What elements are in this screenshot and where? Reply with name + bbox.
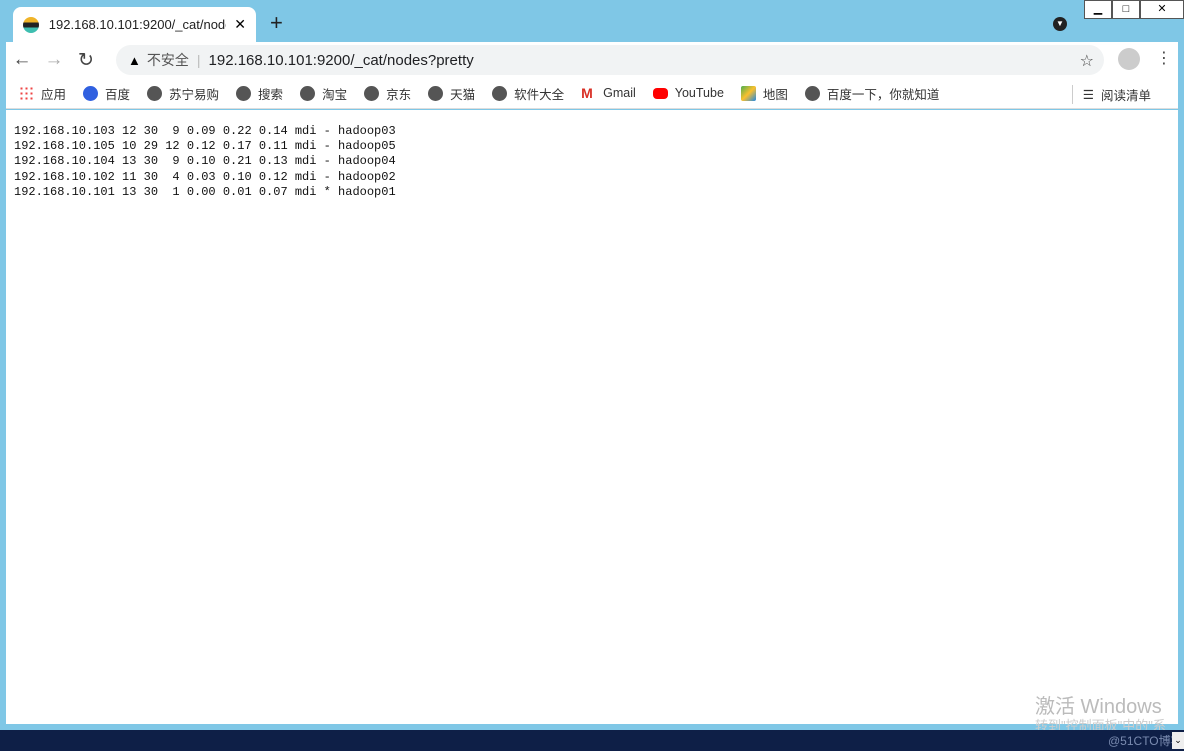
chevron-down-icon[interactable]: ⌄ bbox=[1172, 732, 1184, 749]
gmail-icon: M bbox=[581, 84, 593, 101]
maps-icon bbox=[740, 85, 756, 101]
page-content: 192.168.10.103 12 30 9 0.09 0.22 0.14 md… bbox=[6, 110, 1178, 724]
bookmark-baidu[interactable]: 百度 bbox=[83, 84, 130, 103]
forward-icon[interactable]: → bbox=[38, 49, 70, 71]
taskbar bbox=[0, 730, 1184, 751]
globe-icon bbox=[236, 85, 252, 101]
bookmark-suning[interactable]: 苏宁易购 bbox=[147, 84, 219, 103]
bookmark-label: 软件大全 bbox=[514, 87, 565, 102]
bookmark-gmail[interactable]: M Gmail bbox=[581, 84, 636, 101]
bookmark-label: 京东 bbox=[386, 87, 412, 102]
tab-title: 192.168.10.101:9200/_cat/nodes?pretty bbox=[48, 17, 226, 32]
globe-icon bbox=[300, 85, 316, 101]
bookmark-maps[interactable]: 地图 bbox=[740, 84, 788, 103]
bookmark-search[interactable]: 搜索 bbox=[236, 84, 283, 103]
bookmark-star-icon[interactable]: ☆ bbox=[1080, 51, 1094, 71]
globe-icon bbox=[364, 85, 380, 101]
bookmarks-bar: 应用 百度 苏宁易购 搜索 淘宝 京东 天猫 软件大全 M Gmail YouTu… bbox=[6, 78, 1178, 109]
url-text[interactable]: 192.168.10.101:9200/_cat/nodes?pretty bbox=[209, 52, 474, 69]
bookmark-jd[interactable]: 京东 bbox=[364, 84, 411, 103]
globe-icon bbox=[147, 85, 163, 101]
bookmark-label: 淘宝 bbox=[322, 87, 348, 102]
reading-list-label: 阅读清单 bbox=[1100, 89, 1151, 103]
profile-avatar[interactable] bbox=[1118, 48, 1140, 70]
tab-close-icon[interactable]: ✕ bbox=[234, 16, 246, 33]
menu-icon[interactable]: ⋮ bbox=[1156, 48, 1172, 68]
elastic-favicon-icon bbox=[23, 16, 39, 33]
reading-list-button[interactable]: ☰ 阅读清单 bbox=[1071, 85, 1151, 104]
divider: | bbox=[196, 52, 201, 68]
bookmark-software[interactable]: 软件大全 bbox=[492, 84, 564, 103]
globe-icon bbox=[804, 85, 820, 101]
reload-icon[interactable]: ↻ bbox=[70, 49, 102, 72]
minimize-button[interactable]: ▁ bbox=[1084, 0, 1112, 19]
address-bar[interactable]: ▲ 不安全 | 192.168.10.101:9200/_cat/nodes?p… bbox=[116, 45, 1104, 75]
bookmark-tmall[interactable]: 天猫 bbox=[428, 84, 475, 103]
bookmark-label: YouTube bbox=[674, 86, 724, 100]
bookmark-taobao[interactable]: 淘宝 bbox=[300, 84, 347, 103]
globe-icon bbox=[492, 85, 508, 101]
back-icon[interactable]: ← bbox=[6, 49, 38, 71]
bookmark-label: Gmail bbox=[603, 86, 636, 100]
bookmark-apps[interactable]: 应用 bbox=[19, 84, 66, 103]
bookmark-label: 应用 bbox=[41, 87, 67, 102]
bookmark-label: 百度 bbox=[105, 87, 131, 102]
maximize-button[interactable]: □ bbox=[1112, 0, 1140, 19]
tab-search-icon[interactable]: ▼ bbox=[1053, 17, 1067, 31]
baidu-icon bbox=[83, 85, 99, 101]
bookmark-label: 百度一下，你就知道 bbox=[826, 87, 940, 102]
reading-list-icon: ☰ bbox=[1082, 88, 1094, 102]
close-window-button[interactable]: ✕ bbox=[1140, 0, 1184, 19]
toolbar: ← → ↻ ▲ 不安全 | 192.168.10.101:9200/_cat/n… bbox=[6, 42, 1178, 78]
bookmark-label: 苏宁易购 bbox=[169, 87, 220, 102]
youtube-icon bbox=[652, 87, 668, 99]
warning-icon[interactable]: ▲ bbox=[128, 53, 141, 68]
cat-nodes-output: 192.168.10.103 12 30 9 0.09 0.22 0.14 md… bbox=[14, 124, 396, 199]
bookmark-label: 搜索 bbox=[258, 87, 284, 102]
security-label[interactable]: 不安全 bbox=[147, 50, 189, 70]
title-bar: 192.168.10.101:9200/_cat/nodes?pretty ✕ … bbox=[0, 0, 1184, 42]
browser-tab[interactable]: 192.168.10.101:9200/_cat/nodes?pretty ✕ bbox=[13, 7, 256, 42]
bookmark-youtube[interactable]: YouTube bbox=[652, 86, 724, 100]
bookmark-label: 地图 bbox=[762, 87, 788, 102]
bookmark-label: 天猫 bbox=[450, 87, 476, 102]
globe-icon bbox=[428, 85, 444, 101]
new-tab-button[interactable]: + bbox=[270, 10, 283, 36]
apps-icon bbox=[19, 85, 34, 101]
bookmark-baidu-home[interactable]: 百度一下，你就知道 bbox=[804, 84, 940, 103]
